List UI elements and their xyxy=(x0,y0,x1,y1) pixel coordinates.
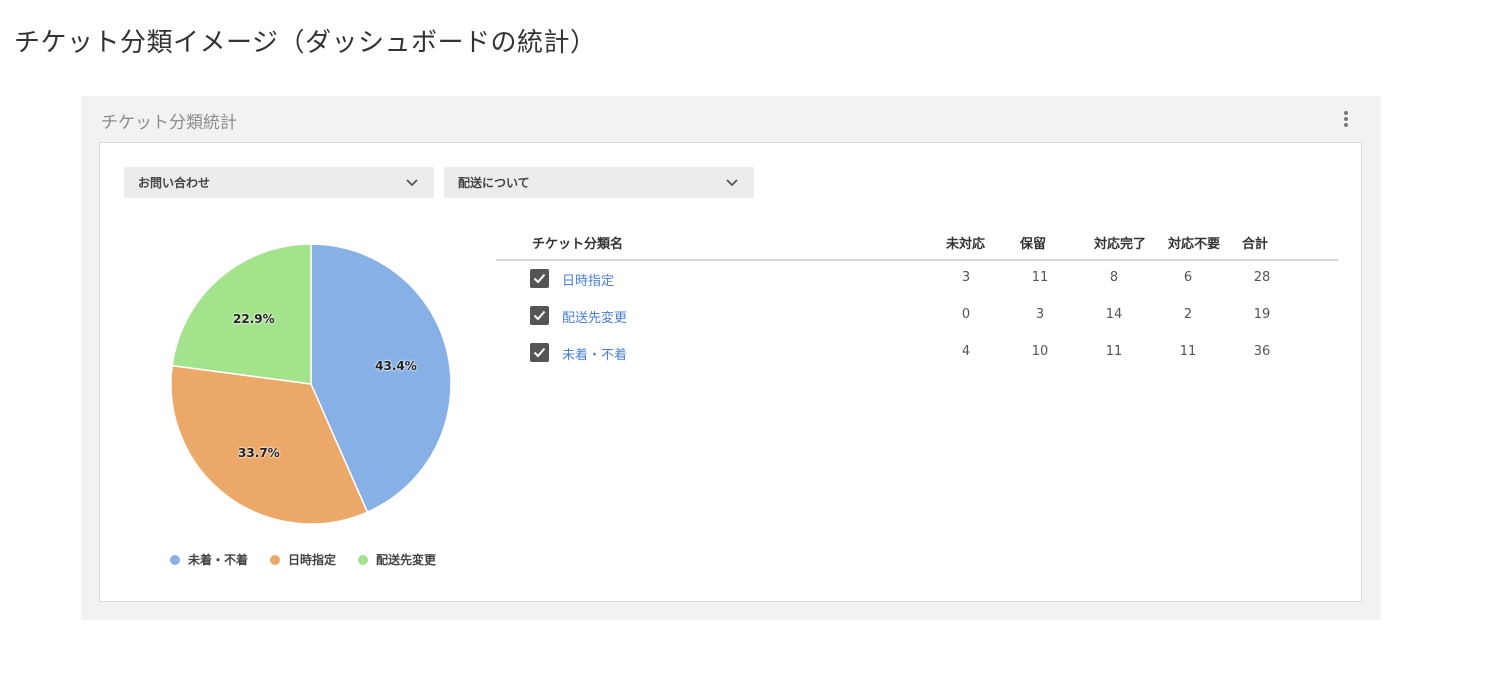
checkmark-icon xyxy=(533,310,546,321)
header-unhandled: 未対応 xyxy=(946,237,986,252)
table-cell: 4 xyxy=(961,344,971,359)
legend-label: 配送先変更 xyxy=(376,553,437,567)
table-cell: 8 xyxy=(1109,270,1119,285)
chevron-down-icon xyxy=(724,175,740,191)
table-cell: 28 xyxy=(1253,270,1271,285)
table-cell: 6 xyxy=(1183,270,1193,285)
pie-chart-svg xyxy=(170,243,452,525)
widget-title: チケット分類統計 xyxy=(101,113,237,133)
table-cell: 0 xyxy=(961,307,971,322)
row-checkbox[interactable] xyxy=(530,343,549,362)
pie-chart: 43.4% 33.7% 22.9% xyxy=(168,241,454,527)
legend-item: 配送先変更 xyxy=(358,551,436,568)
category-select-value: お問い合わせ xyxy=(138,176,211,190)
legend-label: 未着・不着 xyxy=(188,553,249,567)
category-link[interactable]: 日時指定 xyxy=(562,270,614,289)
table-row: 未着・不着 4 10 11 11 36 xyxy=(496,335,1338,372)
category-select[interactable]: お問い合わせ xyxy=(124,167,434,198)
legend-item: 日時指定 xyxy=(270,551,336,568)
row-checkbox[interactable] xyxy=(530,306,549,325)
table-cell: 3 xyxy=(961,270,971,285)
table-cell: 36 xyxy=(1253,344,1271,359)
header-total: 合計 xyxy=(1242,237,1269,252)
row-checkbox[interactable] xyxy=(530,269,549,288)
table-cell: 14 xyxy=(1105,307,1123,322)
header-completed: 対応完了 xyxy=(1094,237,1147,252)
legend-item: 未着・不着 xyxy=(170,551,248,568)
widget-card: お問い合わせ 配送について 43.4% 33.7% 22.9% 未着・不着 日時指定配… xyxy=(99,142,1362,602)
category-link[interactable]: 配送先変更 xyxy=(562,307,627,326)
checkmark-icon xyxy=(533,347,546,358)
subcategory-select-value: 配送について xyxy=(458,176,530,190)
table-header: チケット分類名 未対応 保留 対応完了 対応不要 合計 xyxy=(496,227,1338,261)
legend-dot-icon xyxy=(270,554,281,565)
table-cell: 11 xyxy=(1031,270,1049,285)
chevron-down-icon xyxy=(404,175,420,191)
table-cell: 11 xyxy=(1105,344,1123,359)
checkmark-icon xyxy=(533,273,546,284)
table-cell: 2 xyxy=(1183,307,1193,322)
chart-legend: 未着・不着 日時指定 配送先変更 xyxy=(170,551,436,568)
category-link[interactable]: 未着・不着 xyxy=(562,344,627,363)
more-vertical-icon[interactable] xyxy=(1337,108,1355,130)
header-on-hold: 保留 xyxy=(1020,237,1047,252)
category-table: チケット分類名 未対応 保留 対応完了 対応不要 合計 日時指定 3 11 8 6 28 配… xyxy=(496,227,1338,372)
table-cell: 11 xyxy=(1179,344,1197,359)
table-cell: 10 xyxy=(1031,344,1049,359)
table-row: 配送先変更 0 3 14 2 19 xyxy=(496,298,1338,335)
table-cell: 3 xyxy=(1035,307,1045,322)
legend-dot-icon xyxy=(358,554,369,565)
legend-label: 日時指定 xyxy=(288,553,337,567)
pie-slice-label: 43.4% xyxy=(375,359,417,374)
pie-slice-label: 22.9% xyxy=(232,311,275,326)
header-category-name: チケット分類名 xyxy=(532,237,624,252)
legend-dot-icon xyxy=(170,554,180,565)
table-body: 日時指定 3 11 8 6 28 配送先変更 0 3 14 2 19 未着・不着 4 10 11 11 36 xyxy=(496,261,1338,372)
header-not-needed: 対応不要 xyxy=(1168,237,1221,252)
ticket-category-widget: チケット分類統計 お問い合わせ 配送について 43.4% 33.7% 22.9% 未… xyxy=(81,96,1381,620)
pie-slice-label: 33.7% xyxy=(238,446,280,461)
table-cell: 19 xyxy=(1253,307,1271,322)
page-heading: チケット分類イメージ（ダッシュボードの統計） xyxy=(14,28,597,58)
table-row: 日時指定 3 11 8 6 28 xyxy=(496,261,1338,298)
subcategory-select[interactable]: 配送について xyxy=(444,167,754,198)
